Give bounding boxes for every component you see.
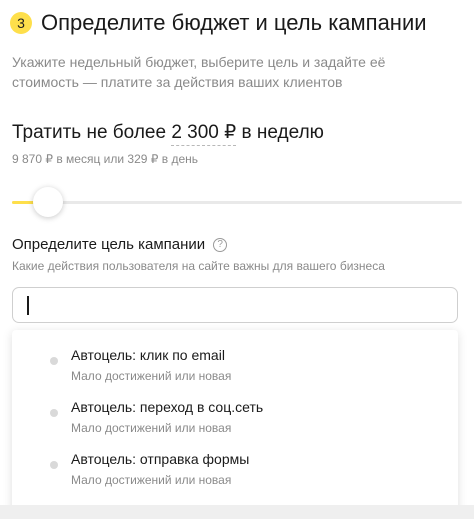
section-title: Определите бюджет и цель кампании	[41, 10, 427, 35]
goal-label-row: Определите цель кампании ?	[12, 236, 228, 253]
goal-status-dot-icon	[50, 357, 58, 365]
goal-option[interactable]: Автоцель: клик по email Мало достижений …	[12, 334, 458, 386]
goal-option-title: Автоцель: отправка формы	[71, 451, 250, 467]
goal-option-subtitle: Мало достижений или новая	[71, 473, 232, 487]
goal-status-dot-icon	[50, 409, 58, 417]
budget-slider[interactable]	[12, 187, 462, 217]
goal-status-dot-icon	[50, 461, 58, 469]
step-number-badge: 3	[10, 12, 32, 34]
goal-label: Определите цель кампании	[12, 236, 206, 253]
budget-suffix: в неделю	[241, 122, 324, 143]
goal-option-title: Автоцель: клик по email	[71, 347, 225, 363]
budget-breakdown: 9 870 ₽ в месяц или 329 ₽ в день	[12, 152, 198, 166]
budget-prefix: Тратить не более	[12, 122, 167, 143]
question-circle-icon[interactable]: ?	[213, 237, 228, 252]
section-header: 3 Определите бюджет и цель кампании	[10, 10, 427, 36]
goal-dropdown-list: Автоцель: клик по email Мало достижений …	[12, 330, 458, 519]
budget-heading: Тратить не более 2 300 ₽ в неделю	[12, 121, 324, 146]
campaign-budget-page: 3 Определите бюджет и цель кампании Укаж…	[0, 0, 474, 519]
text-caret	[27, 296, 29, 315]
bottom-divider	[0, 505, 474, 519]
goal-description: Какие действия пользователя на сайте важ…	[12, 259, 385, 273]
budget-amount[interactable]: 2 300 ₽	[171, 122, 237, 146]
goal-option-title: Автоцель: переход в соц.сеть	[71, 399, 264, 415]
goal-option-subtitle: Мало достижений или новая	[71, 421, 232, 435]
budget-slider-thumb[interactable]	[33, 187, 63, 217]
goal-option[interactable]: Автоцель: отправка формы Мало достижений…	[12, 438, 458, 490]
goal-option-subtitle: Мало достижений или новая	[71, 369, 232, 383]
goal-search-input[interactable]	[12, 287, 458, 323]
goal-option[interactable]: Автоцель: переход в соц.сеть Мало достиж…	[12, 386, 458, 438]
section-subtitle: Укажите недельный бюджет, выберите цель …	[12, 54, 386, 90]
